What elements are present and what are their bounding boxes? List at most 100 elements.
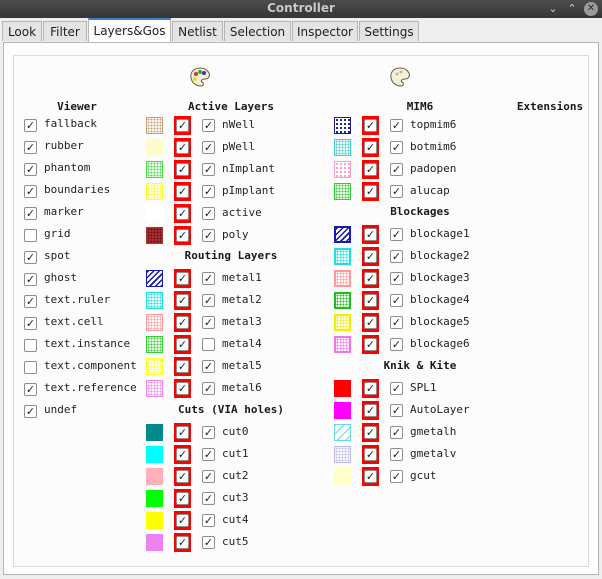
layer-visible-checkbox[interactable]: ✓ (202, 272, 215, 285)
layer-visible-checkbox[interactable]: ✓ (390, 228, 403, 241)
layer-select-checkbox[interactable]: ✓ (364, 163, 377, 176)
layer-select-checkbox[interactable]: ✓ (176, 360, 189, 373)
layer-select-checkbox[interactable]: ✓ (364, 272, 377, 285)
layer-swatch[interactable] (146, 183, 163, 200)
layer-swatch[interactable] (146, 227, 163, 244)
layer-visible-checkbox[interactable]: ✓ (202, 119, 215, 132)
layer-select-checkbox[interactable]: ✓ (364, 228, 377, 241)
layer-swatch[interactable] (334, 161, 351, 178)
viewer-checkbox[interactable]: ✓ (24, 119, 37, 132)
layer-select-checkbox[interactable]: ✓ (364, 119, 377, 132)
tab-layers-gos[interactable]: Layers&Gos (88, 18, 171, 42)
layer-swatch[interactable] (146, 380, 163, 397)
layer-visible-checkbox[interactable]: ✓ (202, 382, 215, 395)
layer-swatch[interactable] (334, 117, 351, 134)
layer-visible-checkbox[interactable]: ✓ (202, 207, 215, 220)
layer-visible-checkbox[interactable]: ✓ (390, 426, 403, 439)
layer-swatch[interactable] (146, 117, 163, 134)
viewer-checkbox[interactable]: ✓ (24, 141, 37, 154)
layer-swatch[interactable] (146, 139, 163, 156)
layer-select-checkbox[interactable]: ✓ (364, 426, 377, 439)
layer-swatch[interactable] (334, 380, 351, 397)
layer-visible-checkbox[interactable]: ✓ (390, 163, 403, 176)
layer-swatch[interactable] (146, 534, 163, 551)
layer-swatch[interactable] (146, 490, 163, 507)
minimize-icon[interactable]: ⌃ (565, 2, 579, 16)
layer-visible-checkbox[interactable]: ✓ (202, 316, 215, 329)
layer-select-checkbox[interactable]: ✓ (364, 338, 377, 351)
layer-select-checkbox[interactable]: ✓ (176, 514, 189, 527)
layer-swatch[interactable] (146, 446, 163, 463)
layer-swatch[interactable] (334, 402, 351, 419)
layer-visible-checkbox[interactable]: ✓ (390, 382, 403, 395)
layer-visible-checkbox[interactable]: ✓ (390, 448, 403, 461)
layer-select-checkbox[interactable]: ✓ (176, 229, 189, 242)
viewer-checkbox[interactable]: ✓ (24, 185, 37, 198)
layer-select-checkbox[interactable]: ✓ (364, 250, 377, 263)
layer-select-checkbox[interactable]: ✓ (364, 141, 377, 154)
layer-swatch[interactable] (146, 292, 163, 309)
layer-swatch[interactable] (334, 446, 351, 463)
layer-swatch[interactable] (146, 270, 163, 287)
layer-swatch[interactable] (146, 468, 163, 485)
layer-select-checkbox[interactable]: ✓ (176, 185, 189, 198)
layer-visible-checkbox[interactable]: ✓ (390, 294, 403, 307)
viewer-checkbox[interactable]: ✓ (24, 207, 37, 220)
layer-visible-checkbox[interactable]: ✓ (202, 141, 215, 154)
layer-visible-checkbox[interactable]: ✓ (202, 492, 215, 505)
viewer-checkbox[interactable] (24, 361, 37, 374)
layer-visible-checkbox[interactable]: ✓ (390, 119, 403, 132)
layer-select-checkbox[interactable]: ✓ (364, 470, 377, 483)
layer-select-checkbox[interactable]: ✓ (176, 426, 189, 439)
layer-swatch[interactable] (146, 358, 163, 375)
layer-visible-checkbox[interactable]: ✓ (202, 229, 215, 242)
layer-swatch[interactable] (334, 424, 351, 441)
layer-select-checkbox[interactable]: ✓ (176, 207, 189, 220)
layer-swatch[interactable] (334, 248, 351, 265)
layer-select-checkbox[interactable]: ✓ (176, 163, 189, 176)
layer-select-checkbox[interactable]: ✓ (176, 316, 189, 329)
layer-swatch[interactable] (334, 270, 351, 287)
tab-netlist[interactable]: Netlist (172, 21, 223, 41)
tab-inspector[interactable]: Inspector (292, 21, 358, 41)
viewer-checkbox[interactable]: ✓ (24, 405, 37, 418)
layer-select-checkbox[interactable]: ✓ (364, 294, 377, 307)
layer-select-checkbox[interactable]: ✓ (176, 119, 189, 132)
layer-visible-checkbox[interactable]: ✓ (390, 470, 403, 483)
layer-select-checkbox[interactable]: ✓ (364, 448, 377, 461)
viewer-checkbox[interactable]: ✓ (24, 273, 37, 286)
layer-select-checkbox[interactable]: ✓ (176, 448, 189, 461)
layer-swatch[interactable] (146, 314, 163, 331)
viewer-checkbox[interactable]: ✓ (24, 295, 37, 308)
viewer-checkbox[interactable]: ✓ (24, 383, 37, 396)
chevron-down-icon[interactable]: ⌄ (546, 2, 560, 16)
layer-visible-checkbox[interactable]: ✓ (202, 163, 215, 176)
layer-visible-checkbox[interactable]: ✓ (390, 272, 403, 285)
layer-select-checkbox[interactable]: ✓ (176, 492, 189, 505)
layer-swatch[interactable] (334, 336, 351, 353)
layer-select-checkbox[interactable]: ✓ (176, 272, 189, 285)
layer-swatch[interactable] (146, 336, 163, 353)
close-icon[interactable]: ✕ (584, 2, 598, 16)
layer-select-checkbox[interactable]: ✓ (364, 316, 377, 329)
layer-select-checkbox[interactable]: ✓ (364, 185, 377, 198)
layer-swatch[interactable] (334, 183, 351, 200)
layer-select-checkbox[interactable]: ✓ (176, 141, 189, 154)
viewer-checkbox[interactable]: ✓ (24, 317, 37, 330)
layer-visible-checkbox[interactable]: ✓ (202, 185, 215, 198)
layer-visible-checkbox[interactable]: ✓ (202, 294, 215, 307)
layer-visible-checkbox[interactable]: ✓ (202, 470, 215, 483)
layer-visible-checkbox[interactable]: ✓ (390, 185, 403, 198)
layer-visible-checkbox[interactable]: ✓ (390, 316, 403, 329)
layer-select-checkbox[interactable]: ✓ (364, 382, 377, 395)
layer-select-checkbox[interactable]: ✓ (176, 536, 189, 549)
layer-swatch[interactable] (334, 292, 351, 309)
layer-visible-checkbox[interactable]: ✓ (202, 448, 215, 461)
layer-swatch[interactable] (334, 314, 351, 331)
tab-look[interactable]: Look (2, 21, 42, 41)
layer-visible-checkbox[interactable]: ✓ (390, 141, 403, 154)
layer-visible-checkbox[interactable] (202, 338, 215, 351)
viewer-checkbox[interactable]: ✓ (24, 163, 37, 176)
viewer-checkbox[interactable] (24, 339, 37, 352)
layer-swatch[interactable] (146, 161, 163, 178)
